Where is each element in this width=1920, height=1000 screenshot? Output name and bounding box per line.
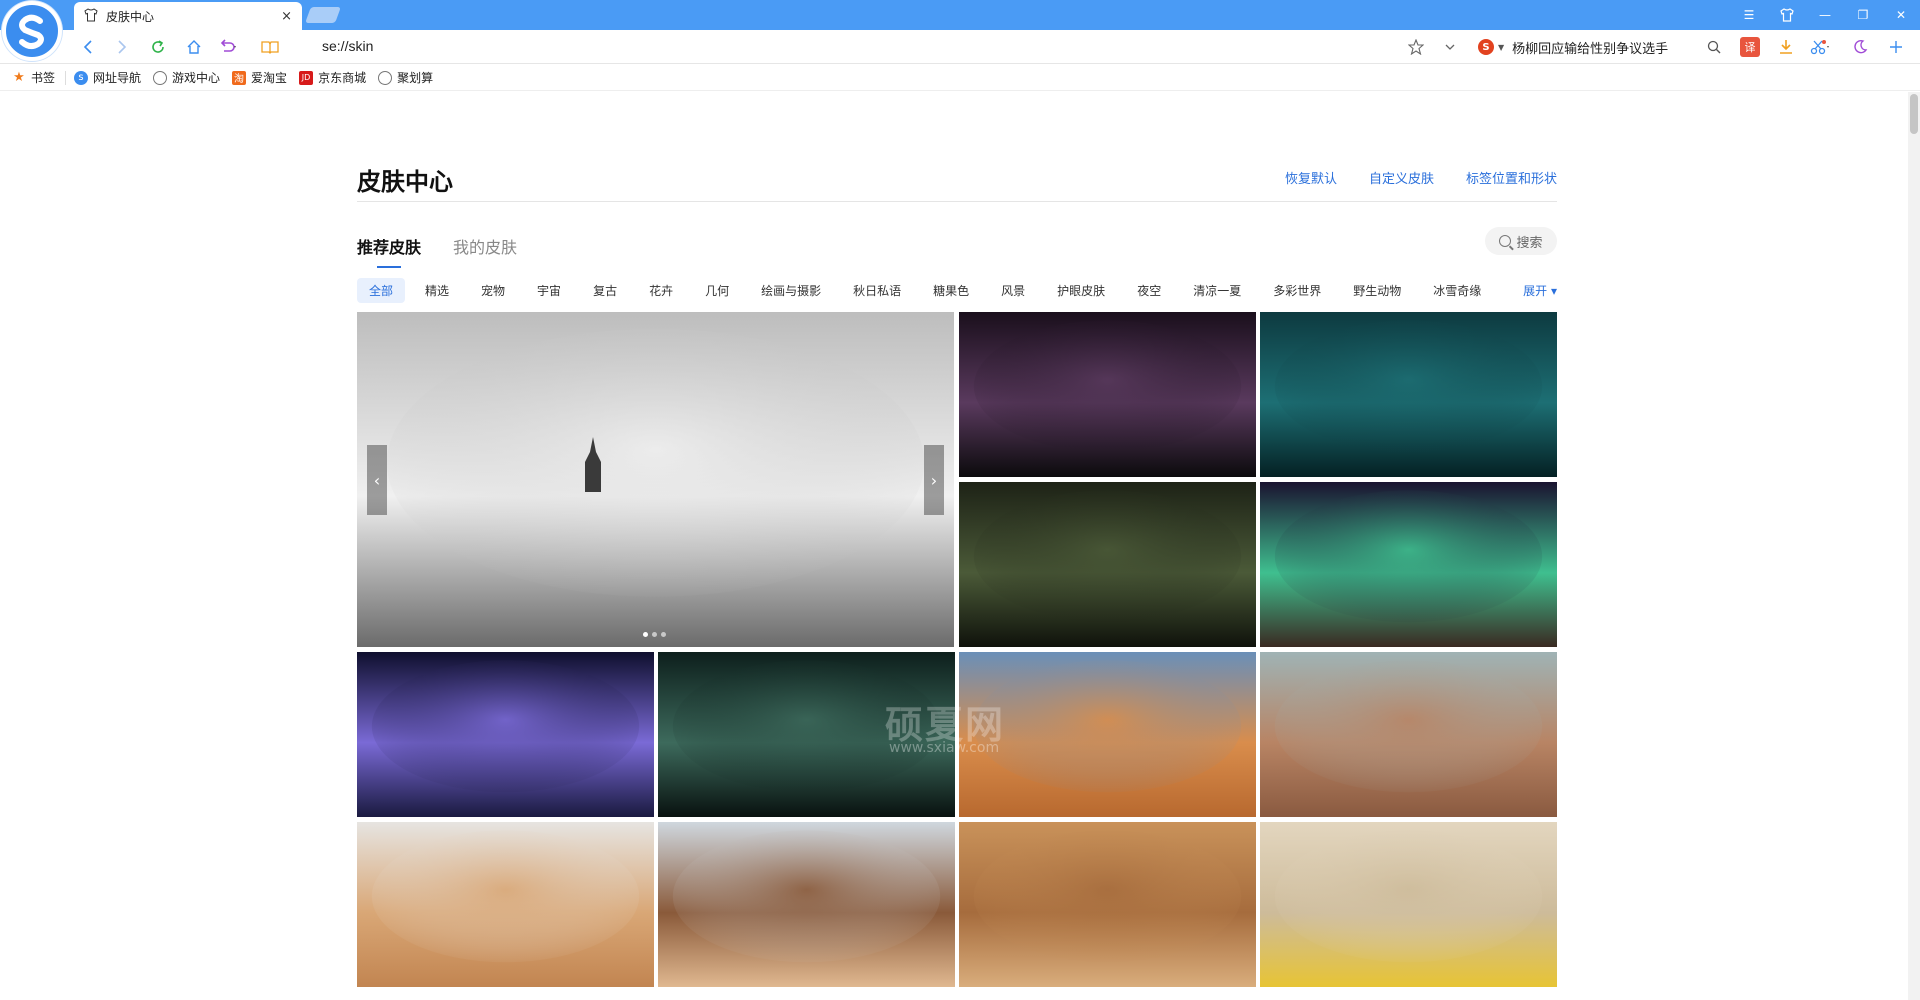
category-8[interactable]: 秋日私语 bbox=[841, 278, 913, 303]
new-tab-button[interactable] bbox=[305, 7, 341, 23]
bookmark-nav[interactable]: s 网址导航 bbox=[74, 69, 141, 86]
search-query[interactable]: 杨柳回应输给性别争议选手 bbox=[1512, 38, 1668, 57]
category-9[interactable]: 糖果色 bbox=[921, 278, 981, 303]
title-bar: 皮肤中心 × ☰ — ❐ ✕ bbox=[0, 0, 1920, 30]
expand-categories-link[interactable]: 展开 ▾ bbox=[1523, 282, 1557, 299]
carousel-dot[interactable] bbox=[661, 632, 666, 637]
sogou-browser-logo[interactable] bbox=[2, 1, 62, 61]
carousel-dot[interactable] bbox=[643, 632, 648, 637]
refresh-icon[interactable] bbox=[148, 37, 168, 57]
bookmarks-bar: ★ 书签 s 网址导航 游戏中心 淘 爱淘宝 JD 京东商城 聚划算 bbox=[0, 65, 1920, 91]
carousel-dot[interactable] bbox=[652, 632, 657, 637]
forward-icon[interactable] bbox=[112, 37, 132, 57]
night-mode-icon[interactable] bbox=[1850, 37, 1870, 57]
sogou-icon: s bbox=[74, 70, 89, 85]
search-engine-icon[interactable]: S bbox=[1478, 39, 1494, 55]
close-window-icon[interactable]: ✕ bbox=[1882, 0, 1920, 30]
category-0[interactable]: 全部 bbox=[357, 277, 406, 303]
bookmark-games[interactable]: 游戏中心 bbox=[153, 69, 220, 86]
bookmark-bookmarks[interactable]: ★ 书签 bbox=[12, 69, 55, 86]
category-2[interactable]: 宠物 bbox=[469, 278, 517, 303]
category-11[interactable]: 护眼皮肤 bbox=[1045, 278, 1117, 303]
header-links: 恢复默认 自定义皮肤 标签位置和形状 bbox=[1253, 168, 1557, 187]
download-icon[interactable] bbox=[1776, 37, 1796, 57]
tab-my-skins[interactable]: 我的皮肤 bbox=[453, 234, 517, 268]
tab-close-icon[interactable]: × bbox=[281, 9, 292, 24]
category-10[interactable]: 风景 bbox=[989, 278, 1037, 303]
shirt-icon bbox=[84, 7, 98, 25]
tab-title: 皮肤中心 bbox=[106, 9, 155, 24]
globe-icon bbox=[153, 70, 168, 85]
window-controls: ☰ — ❐ ✕ bbox=[1730, 0, 1920, 30]
restore-default-link[interactable]: 恢复默认 bbox=[1285, 168, 1337, 187]
bookmark-taobao[interactable]: 淘 爱淘宝 bbox=[232, 69, 287, 86]
tab-skin-center[interactable]: 皮肤中心 × bbox=[74, 2, 302, 30]
category-13[interactable]: 清凉一夏 bbox=[1181, 278, 1253, 303]
vertical-scrollbar[interactable] bbox=[1908, 92, 1920, 1000]
skin-tile-desert-ridge-walker[interactable] bbox=[959, 822, 1256, 987]
undo-close-icon[interactable] bbox=[218, 37, 238, 57]
skin-tabs: 推荐皮肤 我的皮肤 bbox=[357, 234, 549, 268]
search-box[interactable]: S ▼ 杨柳回应输给性别争议选手 bbox=[1478, 35, 1710, 59]
skin-search-button[interactable]: 搜索 bbox=[1485, 227, 1557, 255]
globe-icon bbox=[378, 70, 393, 85]
category-3[interactable]: 宇宙 bbox=[525, 278, 573, 303]
skin-tile-ibex-on-rock[interactable] bbox=[1260, 652, 1557, 817]
url-text[interactable]: se://skin bbox=[322, 38, 373, 54]
skin-tile-purple-jellyfish[interactable] bbox=[357, 652, 654, 817]
tab-position-shape-link[interactable]: 标签位置和形状 bbox=[1466, 168, 1557, 187]
carousel-dots bbox=[641, 632, 668, 637]
engine-caret-icon[interactable]: ▼ bbox=[1498, 43, 1504, 52]
skin-tile-starry-night-sky[interactable] bbox=[658, 652, 955, 817]
category-6[interactable]: 几何 bbox=[693, 278, 741, 303]
translate-icon[interactable]: 译 bbox=[1740, 37, 1760, 57]
back-icon[interactable] bbox=[78, 37, 98, 57]
page-header: 皮肤中心 恢复默认 自定义皮肤 标签位置和形状 bbox=[357, 162, 1557, 202]
skin-tile-aurora-mountain[interactable] bbox=[1260, 482, 1557, 647]
category-filter: 全部 精选 宠物 宇宙 复古 花卉 几何 绘画与摄影 秋日私语 糖果色 风景 护眼皮肤 夜空 清凉一夏 多彩… bbox=[357, 277, 1557, 303]
skin-tile-underwater-surface[interactable] bbox=[1260, 312, 1557, 477]
tab-recommended[interactable]: 推荐皮肤 bbox=[357, 234, 421, 268]
star-icon: ★ bbox=[13, 70, 25, 85]
category-16[interactable]: 冰雪奇缘 bbox=[1421, 278, 1493, 303]
bookmark-juhuasuan[interactable]: 聚划算 bbox=[378, 69, 433, 86]
chevron-down-icon[interactable] bbox=[1440, 37, 1460, 57]
category-4[interactable]: 复古 bbox=[581, 278, 629, 303]
carousel-prev-button[interactable]: ‹ bbox=[367, 445, 387, 515]
scroll-thumb[interactable] bbox=[1910, 94, 1918, 134]
add-icon[interactable] bbox=[1886, 37, 1906, 57]
skin-icon[interactable] bbox=[1768, 0, 1806, 30]
skin-tile-castle-in-clouds[interactable]: ‹ › bbox=[357, 312, 954, 647]
custom-skin-link[interactable]: 自定义皮肤 bbox=[1369, 168, 1434, 187]
skin-tile-sand-dunes-hazy[interactable] bbox=[357, 822, 654, 987]
jd-icon: JD bbox=[299, 70, 314, 85]
category-12[interactable]: 夜空 bbox=[1125, 278, 1173, 303]
taobao-icon: 淘 bbox=[232, 70, 247, 85]
screenshot-icon[interactable] bbox=[1810, 37, 1830, 57]
skin-tile-milky-way-trees[interactable] bbox=[959, 312, 1256, 477]
home-icon[interactable] bbox=[184, 37, 204, 57]
category-14[interactable]: 多彩世界 bbox=[1261, 278, 1333, 303]
skin-tile-desert-dunes-blue-sky[interactable] bbox=[959, 652, 1256, 817]
category-15[interactable]: 野生动物 bbox=[1341, 278, 1413, 303]
skin-tile-rock-formation-desert[interactable] bbox=[658, 822, 955, 987]
category-7[interactable]: 绘画与摄影 bbox=[749, 278, 833, 303]
search-icon bbox=[1499, 235, 1512, 247]
skin-tile-sand-with-note[interactable] bbox=[1260, 822, 1557, 987]
restore-icon[interactable]: ❐ bbox=[1844, 0, 1882, 30]
search-icon[interactable] bbox=[1704, 37, 1724, 57]
minimize-icon[interactable]: — bbox=[1806, 0, 1844, 30]
category-5[interactable]: 花卉 bbox=[637, 278, 685, 303]
skin-tile-fern-leaves[interactable] bbox=[959, 482, 1256, 647]
carousel-next-button[interactable]: › bbox=[924, 445, 944, 515]
address-bar: se://skin S ▼ 杨柳回应输给性别争议选手 译 bbox=[0, 30, 1920, 64]
menu-icon[interactable]: ☰ bbox=[1730, 0, 1768, 30]
bookmark-jd[interactable]: JD 京东商城 bbox=[299, 69, 366, 86]
page-title: 皮肤中心 bbox=[357, 168, 453, 196]
divider bbox=[65, 70, 67, 85]
category-1[interactable]: 精选 bbox=[413, 278, 461, 303]
search-label: 搜索 bbox=[1516, 235, 1543, 251]
reading-mode-icon[interactable] bbox=[260, 37, 280, 57]
star-bookmark-icon[interactable] bbox=[1406, 37, 1426, 57]
